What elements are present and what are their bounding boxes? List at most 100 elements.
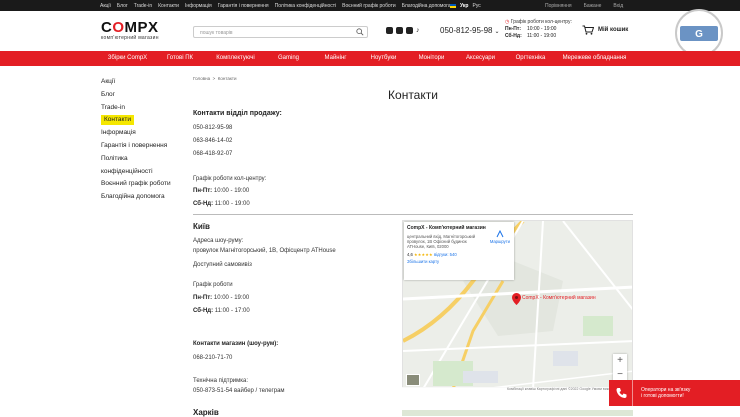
lang-rus[interactable]: Рус [472, 3, 480, 9]
nav-item-network[interactable]: Мережеве обладнання [556, 51, 633, 66]
header-weekday-label: Пн-Пт: [505, 26, 521, 32]
social-icons: ♪ [386, 27, 423, 34]
breadcrumb-separator: > [212, 76, 216, 81]
telegram-icon[interactable] [406, 27, 413, 34]
logo[interactable]: COMPX комп'ютерний магазин [101, 20, 159, 41]
callcenter-weekend: Сб-Нд: 11:00 - 19:00 [193, 201, 250, 207]
header-phone[interactable]: 050-812-95-98 ⌄ [440, 26, 500, 35]
breadcrumb-current: Контакти [217, 76, 237, 81]
header: COMPX комп'ютерний магазин пошук товарів… [0, 11, 740, 51]
header-weekday: 10:00 - 19:00 [527, 26, 557, 32]
callcenter-weekday-label: Пн-Пт: [193, 188, 213, 194]
top-links: Акції Блог Trade-in Контакти Інформація … [100, 3, 451, 9]
clock-icon: ◷ [505, 19, 510, 25]
logo-tagline: комп'ютерний магазин [101, 35, 159, 41]
youtube-icon[interactable] [386, 27, 393, 34]
map-reviews[interactable]: відгуки: 540 [434, 252, 457, 257]
kyiv-address-label: Адреса шоу-руму: [193, 238, 244, 244]
top-link-blog[interactable]: Блог [117, 3, 128, 9]
sales-phone-1[interactable]: 050-812-95-98 [193, 125, 232, 131]
phone-icon [609, 380, 633, 406]
nav-item-builds[interactable]: Збірки CompX [100, 51, 155, 66]
map-pin-label: CompX - Комп'ютерний магазин [522, 295, 596, 301]
satellite-thumbnail[interactable] [406, 374, 420, 386]
kharkiv-map[interactable] [402, 410, 633, 416]
top-link-promo[interactable]: Акції [100, 3, 111, 9]
top-link-warranty[interactable]: Гарантія і повернення [218, 3, 269, 9]
lang-ukr[interactable]: Укр [460, 3, 468, 9]
breadcrumb-home[interactable]: Головна [193, 76, 210, 81]
kyiv-weekday: Пн-Пт: 10:00 - 19:00 [193, 295, 249, 301]
kyiv-support-label: Технічна підтримка: [193, 378, 249, 384]
top-link-contacts[interactable]: Контакти [158, 3, 179, 9]
top-link-info[interactable]: Інформація [185, 3, 212, 9]
map-info-card: CompX - Комп'ютерний магазин центральний… [404, 222, 514, 280]
nav-item-monitors[interactable]: Монітори [407, 51, 456, 66]
nav-item-office[interactable]: Оргтехніка [505, 51, 556, 66]
cart-button[interactable]: Мій кошик [582, 25, 628, 35]
page-title: Контакти [388, 88, 438, 102]
breadcrumb: Головна > Контакти [193, 76, 237, 81]
nav-item-mining[interactable]: Майнінг [311, 51, 360, 66]
callcenter-weekday-hours: 10:00 - 19:00 [213, 188, 250, 194]
star-icon: ★★★★★ [414, 252, 433, 257]
kyiv-support-phone[interactable]: 050-873-51-54 вайбер / телеграм [193, 388, 285, 394]
kyiv-weekend: Сб-Нд: 11:00 - 17:00 [193, 308, 250, 314]
nav-item-accessories[interactable]: Аксесуари [456, 51, 505, 66]
svg-text:G: G [695, 29, 703, 40]
directions-icon [496, 229, 504, 238]
operator-chat-widget[interactable]: Оператори на зв'язку і готові допомогти! [609, 380, 740, 406]
top-link-tradein[interactable]: Trade-in [134, 3, 152, 9]
header-hours-title: Графік роботи кол-центру: [510, 19, 572, 25]
sales-heading: Контакти відділ продажу: [193, 110, 282, 117]
map-footer: Комбінації клавіш Картографічні дані ©20… [402, 387, 633, 393]
search-input[interactable]: пошук товарів [193, 26, 368, 38]
callcenter-weekend-label: Сб-Нд: [193, 201, 214, 207]
wishlist-link[interactable]: Бажане [584, 3, 602, 9]
map-pin-icon[interactable] [512, 293, 521, 305]
sidebar-item-blog[interactable]: Блог [100, 89, 180, 102]
divider [193, 214, 633, 215]
sidebar-item-info[interactable]: Інформація [100, 127, 180, 140]
login-link[interactable]: Вхід [613, 3, 623, 9]
nav-item-gaming[interactable]: Gaming [266, 51, 311, 66]
sidebar-item-war-schedule[interactable]: Воєнний графік роботи [100, 178, 180, 191]
map-card-address: центральний вхід, Магнітогорський провул… [407, 234, 476, 249]
top-link-charity[interactable]: Благодійна допомога [402, 3, 451, 9]
map-route-button[interactable]: Маршрути [490, 229, 510, 244]
sidebar-item-promo[interactable]: Акції [100, 76, 180, 89]
kyiv-weekday-label: Пн-Пт: [193, 295, 213, 301]
sidebar-item-privacy[interactable]: Політика конфіденційності [100, 153, 180, 179]
map-larger-link[interactable]: Збільшити карту [407, 259, 511, 264]
kyiv-schedule-label: Графік роботи [193, 282, 233, 288]
sidebar: Акції Блог Trade-in Контакти Інформація … [100, 76, 180, 204]
cart-label: Мій кошик [598, 27, 629, 33]
instagram-icon[interactable] [396, 27, 403, 34]
search-icon[interactable] [356, 28, 364, 36]
sidebar-item-tradein[interactable]: Trade-in [100, 102, 180, 115]
flag-icon [450, 3, 456, 8]
top-link-war-schedule[interactable]: Воєнний графік роботи [342, 3, 396, 9]
nav-item-laptops[interactable]: Ноутбуки [360, 51, 407, 66]
sidebar-item-contacts[interactable]: Контакти [101, 115, 135, 126]
kyiv-weekend-label: Сб-Нд: [193, 308, 214, 314]
kyiv-weekend-hours: 11:00 - 17:00 [214, 308, 250, 314]
nav-item-components[interactable]: Комплектуючі [205, 51, 266, 66]
sales-phone-3[interactable]: 068-418-92-07 [193, 151, 232, 157]
callcenter-weekday: Пн-Пт: 10:00 - 19:00 [193, 188, 249, 194]
tiktok-icon[interactable]: ♪ [416, 27, 423, 34]
nav-item-ready-pc[interactable]: Готові ПК [155, 51, 205, 66]
top-bar: Акції Блог Trade-in Контакти Інформація … [0, 0, 740, 11]
sidebar-item-warranty[interactable]: Гарантія і повернення [100, 140, 180, 153]
compare-link[interactable]: Порівняння [545, 3, 572, 9]
kyiv-weekday-hours: 10:00 - 19:00 [213, 295, 250, 301]
kyiv-showroom-contacts: Контакти магазин (шоу-рум): [193, 341, 279, 347]
search-placeholder: пошук товарів [200, 30, 233, 36]
kyiv-showroom-phone[interactable]: 068-210-71-70 [193, 355, 232, 361]
zoom-in-button[interactable]: + [613, 354, 627, 368]
sidebar-item-charity[interactable]: Благодійна допомога [100, 191, 180, 204]
map-card-rating: 4,6 ★★★★★ відгуки: 540 [407, 252, 511, 257]
top-link-privacy[interactable]: Політика конфіденційності [275, 3, 337, 9]
map-rating-value: 4,6 [407, 252, 413, 257]
sales-phone-2[interactable]: 063-846-14-02 [193, 138, 232, 144]
